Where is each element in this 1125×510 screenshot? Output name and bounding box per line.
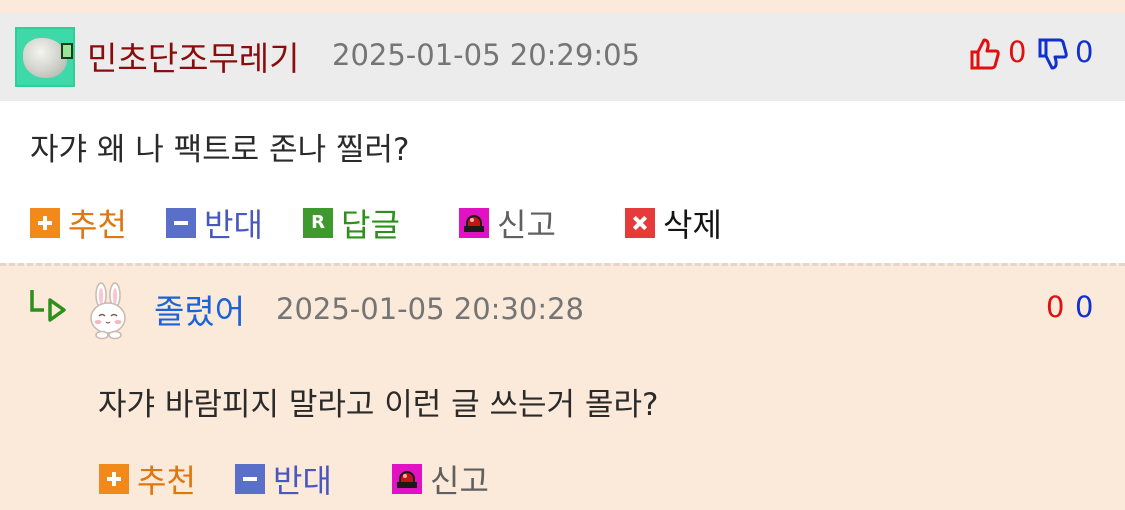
oppose-button[interactable]: 반대	[235, 456, 332, 502]
report-label: 신고	[497, 206, 556, 244]
recommend-button[interactable]: 추천	[99, 456, 196, 502]
delete-button[interactable]: 삭제	[625, 200, 722, 246]
comment-timestamp: 2025-01-05 20:29:05	[332, 38, 640, 72]
minus-icon	[166, 208, 196, 238]
comment-text: 자갸 왜 나 팩트로 존나 찔러?	[30, 132, 410, 168]
reply-nickname[interactable]: 졸렸어	[154, 285, 245, 333]
report-button[interactable]: 신고	[459, 200, 556, 246]
oppose-label: 반대	[204, 206, 263, 244]
avatar[interactable]	[15, 27, 75, 87]
avatar-badge	[61, 43, 73, 59]
upvote-count[interactable]: 0	[1046, 290, 1064, 324]
close-icon	[625, 208, 655, 238]
reply-button[interactable]: 답글	[303, 200, 400, 246]
downvote-count: 0	[1075, 35, 1094, 69]
reply-label: 답글	[341, 206, 400, 244]
plus-icon	[99, 464, 129, 494]
downvote-count[interactable]: 0	[1075, 290, 1093, 324]
comment-divider	[0, 263, 1125, 266]
siren-icon	[392, 464, 422, 494]
oppose-button[interactable]: 반대	[166, 200, 263, 246]
recommend-label: 추천	[137, 462, 196, 500]
reply-timestamp: 2025-01-05 20:30:28	[276, 292, 584, 326]
minus-icon	[235, 464, 265, 494]
plus-icon	[30, 208, 60, 238]
siren-icon	[459, 208, 489, 238]
upvote-count: 0	[1008, 35, 1027, 69]
top-strip	[0, 0, 1125, 13]
report-button[interactable]: 신고	[392, 456, 489, 502]
avatar[interactable]	[86, 282, 132, 340]
thumbs-up-icon[interactable]	[968, 37, 1002, 75]
recommend-label: 추천	[68, 206, 127, 244]
comment-nickname[interactable]: 민초단조무레기	[87, 32, 300, 80]
bunny-avatar-icon	[90, 282, 126, 340]
delete-label: 삭제	[663, 206, 722, 244]
reply-arrow-icon	[28, 288, 68, 326]
report-label: 신고	[430, 462, 489, 500]
oppose-label: 반대	[273, 462, 332, 500]
reply-text: 자갸 바람피지 말라고 이런 글 쓰는거 몰라?	[98, 387, 659, 423]
recommend-button[interactable]: 추천	[30, 200, 127, 246]
thumbs-down-icon[interactable]	[1036, 37, 1070, 75]
reply-icon	[303, 208, 333, 238]
